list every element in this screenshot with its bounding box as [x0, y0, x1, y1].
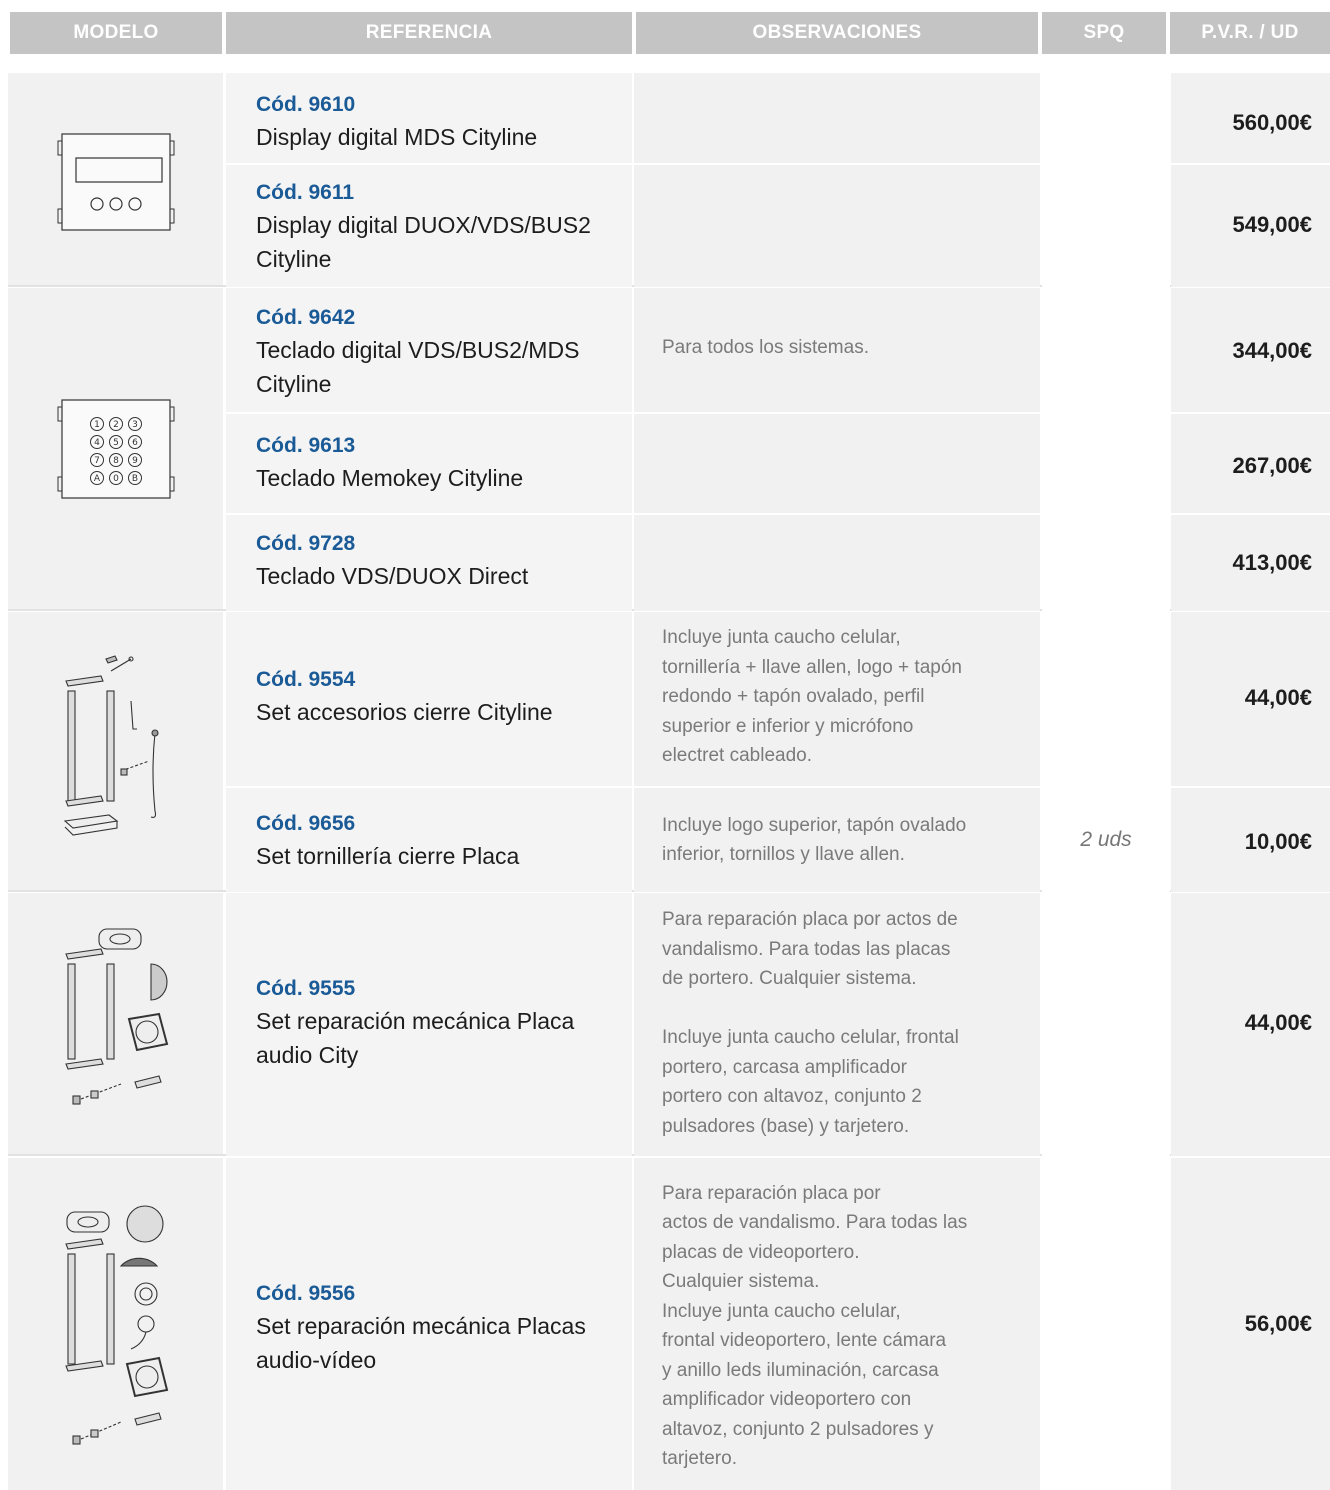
keypad-panel-icon: 1 2 3 4 5 6 7 8 9 A 0 B [57, 398, 174, 499]
table-row: Cód. 9613 Teclado Memokey Cityline [256, 426, 626, 500]
svg-text:2: 2 [113, 420, 119, 430]
header-observaciones: OBSERVACIONES [636, 12, 1038, 54]
header-referencia: REFERENCIA [226, 12, 632, 54]
product-price: 44,00€ [1244, 685, 1312, 710]
product-code: Cód. 9610 [256, 93, 356, 116]
product-name: Display digital MDS Cityline [256, 124, 538, 150]
model-cell: 1 2 3 4 5 6 7 8 9 A 0 B [8, 288, 223, 609]
observation-text: Incluye junta caucho celular, tornillerí… [662, 627, 962, 767]
product-name: Set accesorios cierre Cityline [256, 699, 553, 725]
closure-accessories-kit-icon [63, 655, 159, 836]
observation-cell: Para reparación placa por actos de vanda… [662, 1176, 1032, 1476]
observation-text: Incluye logo superior, tapón ovalado inf… [662, 814, 967, 866]
table-row: Cód. 9610 Display digital MDS Cityline [256, 85, 626, 159]
product-name: Set reparación mecánica Placa audio City [256, 1008, 575, 1068]
product-price: 10,00€ [1244, 829, 1312, 854]
product-name: Display digital DUOX/VDS/BUS2 Cityline [256, 212, 591, 272]
observation-text: Para reparación placa por actos de vanda… [662, 909, 959, 1137]
product-code: Cód. 9611 [256, 181, 355, 204]
product-code: Cód. 9556 [256, 1282, 356, 1305]
spq-value: 2 uds [1080, 828, 1132, 851]
table-row: Cód. 9556 Set reparación mecánica Placas… [256, 1272, 626, 1384]
svg-text:6: 6 [132, 438, 138, 448]
product-code: Cód. 9555 [256, 977, 356, 1000]
model-cell [8, 893, 223, 1154]
svg-text:7: 7 [94, 456, 100, 466]
observation-text: Para todos los sistemas. [662, 337, 869, 359]
product-group: Cód. 9610 Display digital MDS Cityline 5… [8, 73, 1330, 287]
table-row: Cód. 9656 Set tornillería cierre Placa [256, 804, 626, 878]
product-price: 56,00€ [1244, 1311, 1312, 1336]
product-price: 549,00€ [1232, 212, 1312, 237]
product-price: 344,00€ [1232, 338, 1312, 363]
observation-cell: Para todos los sistemas. [662, 318, 1032, 378]
table-row: Cód. 9611 Display digital DUOX/VDS/BUS2 … [256, 173, 626, 281]
product-code: Cód. 9656 [256, 812, 356, 835]
product-code: Cód. 9613 [256, 434, 356, 457]
observation-cell: Para reparación placa por actos de vanda… [662, 903, 1032, 1143]
model-cell [8, 73, 223, 285]
table-row: Cód. 9728 Teclado VDS/DUOX Direct [256, 524, 626, 598]
svg-text:9: 9 [132, 456, 138, 466]
product-name: Teclado digital VDS/BUS2/MDS Cityline [256, 337, 580, 397]
header-modelo: MODELO [10, 12, 222, 54]
model-cell [8, 612, 223, 890]
product-name: Set tornillería cierre Placa [256, 843, 520, 869]
model-cell [8, 1158, 223, 1490]
product-price: 413,00€ [1232, 550, 1312, 575]
svg-text:5: 5 [113, 438, 119, 448]
product-price: 267,00€ [1232, 453, 1312, 478]
svg-text:4: 4 [94, 438, 100, 448]
table-row: Cód. 9642 Teclado digital VDS/BUS2/MDS C… [256, 298, 626, 406]
svg-text:0: 0 [113, 474, 119, 484]
product-code: Cód. 9642 [256, 306, 356, 329]
product-code: Cód. 9554 [256, 668, 356, 691]
header-spq: SPQ [1042, 12, 1166, 54]
svg-text:A: A [93, 474, 100, 484]
observation-cell: Incluye logo superior, tapón ovalado inf… [662, 808, 1032, 872]
product-price: 44,00€ [1244, 1010, 1312, 1035]
video-repair-kit-icon [64, 1205, 168, 1445]
svg-text:B: B [131, 474, 137, 484]
svg-text:1: 1 [94, 420, 100, 430]
product-group: Cód. 9554 Set accesorios cierre Cityline… [8, 612, 1330, 892]
product-name: Set reparación mecánica Placas audio-víd… [256, 1313, 586, 1373]
product-code: Cód. 9728 [256, 532, 356, 555]
product-group: Cód. 9555 Set reparación mecánica Placa … [8, 893, 1330, 1156]
table-row: Cód. 9554 Set accesorios cierre Cityline [256, 660, 626, 734]
svg-text:8: 8 [113, 456, 119, 466]
product-group: Cód. 9556 Set reparación mecánica Placas… [8, 1158, 1330, 1490]
product-price: 560,00€ [1232, 110, 1312, 135]
observation-cell: Incluye junta caucho celular, tornillerí… [662, 622, 1032, 772]
audio-repair-kit-icon [64, 927, 168, 1105]
table-row: Cód. 9555 Set reparación mecánica Placa … [256, 967, 626, 1079]
product-name: Teclado VDS/DUOX Direct [256, 563, 529, 589]
display-panel-icon [57, 133, 174, 231]
svg-text:3: 3 [132, 420, 138, 430]
product-group: 1 2 3 4 5 6 7 8 9 A 0 B Para todos los s… [8, 288, 1330, 611]
observation-text: Para reparación placa por actos de vanda… [662, 1182, 968, 1470]
product-name: Teclado Memokey Cityline [256, 465, 524, 491]
header-pvr: P.V.R. / UD [1170, 12, 1330, 54]
